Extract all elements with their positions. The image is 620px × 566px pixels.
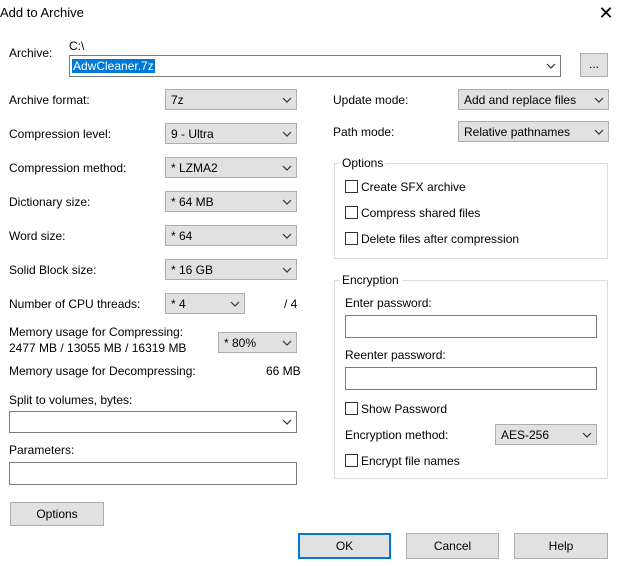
title-bar: Add to Archive ✕ — [0, 0, 620, 26]
update-mode-label: Update mode: — [333, 93, 409, 107]
compression-level-label: Compression level: — [9, 127, 112, 141]
solid-block-size-label: Solid Block size: — [9, 263, 97, 277]
compress-shared-label[interactable]: Compress shared files — [361, 206, 480, 220]
options-button[interactable]: Options — [10, 502, 104, 526]
solid-block-size-select[interactable]: * 16 GB — [165, 259, 297, 280]
help-button[interactable]: Help — [514, 533, 608, 559]
word-size-label: Word size: — [9, 229, 66, 243]
archive-label: Archive: — [9, 46, 53, 60]
split-volumes-combo[interactable] — [9, 411, 297, 433]
compression-level-select[interactable]: 9 - Ultra — [165, 123, 297, 144]
browse-button[interactable]: ... — [580, 53, 608, 77]
encryption-method-label: Encryption method: — [345, 428, 449, 442]
chevron-down-icon — [281, 264, 293, 276]
chevron-down-icon — [593, 94, 605, 106]
dictionary-size-select[interactable]: * 64 MB — [165, 191, 297, 212]
reenter-password-input[interactable] — [345, 367, 597, 390]
compression-level-value: 9 - Ultra — [171, 127, 214, 141]
compression-method-value: * LZMA2 — [171, 161, 218, 175]
chevron-down-icon — [281, 162, 293, 174]
word-size-select[interactable]: * 64 — [165, 225, 297, 246]
enter-password-label: Enter password: — [345, 296, 432, 310]
compress-shared-checkbox[interactable] — [345, 206, 358, 219]
create-sfx-label[interactable]: Create SFX archive — [361, 180, 466, 194]
close-icon[interactable]: ✕ — [596, 3, 616, 23]
archive-format-select[interactable]: 7z — [165, 89, 297, 110]
parameters-label: Parameters: — [9, 443, 75, 457]
chevron-down-icon[interactable] — [281, 416, 293, 428]
cpu-threads-label: Number of CPU threads: — [9, 297, 141, 311]
path-mode-label: Path mode: — [333, 125, 395, 139]
window-title: Add to Archive — [0, 5, 84, 20]
archive-format-value: 7z — [171, 93, 184, 107]
chevron-down-icon — [281, 337, 293, 349]
delete-after-label[interactable]: Delete files after compression — [361, 232, 519, 246]
memory-compress-detail: 2477 MB / 13055 MB / 16319 MB — [9, 341, 187, 355]
encrypt-names-checkbox[interactable] — [345, 454, 358, 467]
delete-after-checkbox[interactable] — [345, 232, 358, 245]
dictionary-size-value: * 64 MB — [171, 195, 214, 209]
word-size-value: * 64 — [171, 229, 193, 243]
cancel-button[interactable]: Cancel — [406, 533, 499, 559]
chevron-down-icon[interactable] — [545, 60, 557, 72]
memory-usage-value: * 80% — [224, 336, 257, 350]
path-mode-value: Relative pathnames — [464, 125, 571, 139]
chevron-down-icon — [581, 429, 593, 441]
chevron-down-icon — [281, 196, 293, 208]
cpu-threads-max: / 4 — [284, 297, 298, 311]
compression-method-label: Compression method: — [9, 161, 127, 175]
dictionary-size-label: Dictionary size: — [9, 195, 91, 209]
ok-button[interactable]: OK — [298, 533, 391, 559]
memory-usage-select[interactable]: * 80% — [218, 332, 297, 353]
encryption-group-title: Encryption — [339, 273, 402, 287]
enter-password-input[interactable] — [345, 315, 597, 338]
encryption-method-select[interactable]: AES-256 — [495, 424, 597, 445]
reenter-password-label: Reenter password: — [345, 348, 446, 362]
show-password-checkbox[interactable] — [345, 402, 358, 415]
encryption-method-value: AES-256 — [501, 428, 550, 442]
archive-format-label: Archive format: — [9, 93, 90, 107]
memory-decompress-label: Memory usage for Decompressing: — [9, 364, 196, 378]
chevron-down-icon — [593, 126, 605, 138]
path-mode-select[interactable]: Relative pathnames — [458, 121, 609, 142]
update-mode-value: Add and replace files — [464, 93, 577, 107]
update-mode-select[interactable]: Add and replace files — [458, 89, 609, 110]
split-volumes-label: Split to volumes, bytes: — [9, 393, 133, 407]
solid-block-size-value: * 16 GB — [171, 263, 214, 277]
memory-decompress-value: 66 MB — [266, 364, 301, 378]
compression-method-select[interactable]: * LZMA2 — [165, 157, 297, 178]
chevron-down-icon — [281, 128, 293, 140]
memory-compress-label: Memory usage for Compressing: — [9, 325, 184, 339]
encrypt-names-label[interactable]: Encrypt file names — [361, 454, 460, 468]
show-password-label[interactable]: Show Password — [361, 402, 447, 416]
chevron-down-icon — [281, 230, 293, 242]
create-sfx-checkbox[interactable] — [345, 180, 358, 193]
options-group-title: Options — [339, 156, 387, 170]
archive-name-text[interactable]: AdwCleaner.7z — [72, 59, 155, 73]
parameters-input[interactable] — [9, 462, 297, 485]
archive-path: C:\ — [69, 39, 85, 53]
cpu-threads-value: * 4 — [171, 297, 186, 311]
chevron-down-icon — [229, 298, 241, 310]
cpu-threads-select[interactable]: * 4 — [165, 293, 245, 314]
chevron-down-icon — [281, 94, 293, 106]
archive-name-combo[interactable]: AdwCleaner.7z — [69, 55, 561, 77]
